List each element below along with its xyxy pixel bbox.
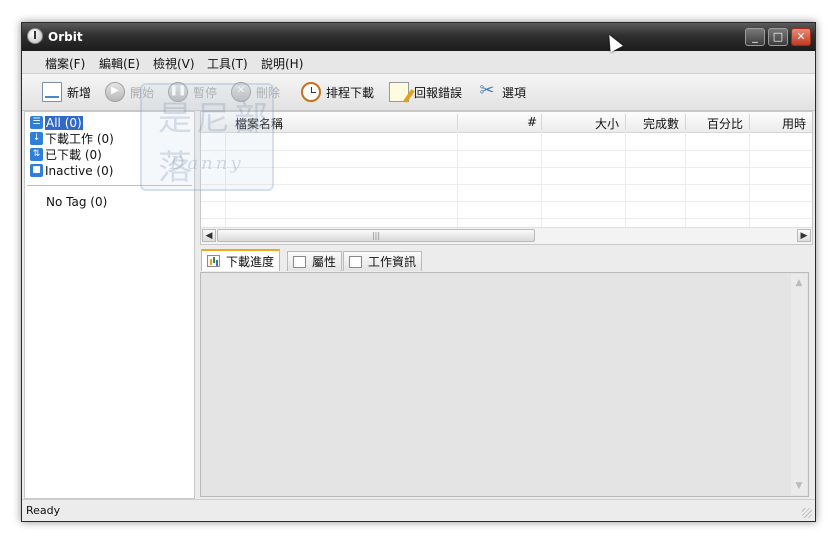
grid-line [201, 167, 812, 168]
new-file-icon [42, 82, 62, 102]
column-separator [541, 114, 542, 130]
menu-edit[interactable]: 編輯(E) [99, 55, 140, 72]
sidebar-item-inactive[interactable]: ■ Inactive (0) [30, 163, 113, 178]
sidebar-item-completed[interactable]: ⇅ 已下載 (0) [30, 147, 102, 162]
toolbar: 新增 ▶ 開始 ❚❚ 暫停 ✕ 刪除 排程下載 回報錯誤 ✂ 選項 [22, 74, 815, 111]
chart-icon [207, 255, 220, 267]
scroll-left-icon[interactable]: ◀ [202, 229, 216, 242]
list-icon: ☰ [30, 116, 43, 129]
report-label: 回報錯誤 [414, 85, 463, 100]
column-header-completed[interactable]: 完成數 [643, 115, 679, 132]
play-icon: ▶ [105, 82, 125, 102]
options-label: 選項 [502, 85, 527, 100]
sidebar-item-label: 已下載 (0) [45, 148, 102, 162]
grid-line [201, 218, 812, 219]
column-separator [685, 114, 686, 130]
category-sidebar: ☰ All (0) ↓ 下載工作 (0) ⇅ 已下載 (0) ■ Inactiv… [24, 111, 195, 499]
title-bar[interactable]: Orbit _ □ ✕ [22, 23, 815, 51]
tab-progress[interactable]: 下載進度 [201, 249, 281, 271]
minimize-button[interactable]: _ [745, 28, 765, 46]
clock-icon [301, 82, 321, 102]
status-bar: Ready [22, 499, 815, 521]
column-header-elapsed[interactable]: 用時 [782, 115, 806, 132]
tab-task-info[interactable]: 工作資訊 [343, 251, 423, 271]
tab-label: 下載進度 [226, 254, 275, 269]
resize-grip-icon[interactable] [802, 508, 812, 518]
schedule-label: 排程下載 [326, 85, 375, 100]
app-window: Orbit _ □ ✕ 檔案(F) 編輯(E) 檢視(V) 工具(T) 說明(H… [21, 22, 816, 522]
new-button[interactable]: 新增 [42, 80, 91, 104]
file-list-header: 檔案名稱 # 大小 完成數 百分比 用時 [201, 112, 812, 133]
sidebar-item-downloading[interactable]: ↓ 下載工作 (0) [30, 131, 114, 146]
column-separator [457, 114, 458, 130]
report-error-button[interactable]: 回報錯誤 [389, 80, 462, 104]
tab-label: 工作資訊 [368, 255, 417, 269]
start-button[interactable]: ▶ 開始 [105, 80, 154, 104]
orbit-logo-icon [27, 28, 43, 44]
scroll-down-icon[interactable]: ▼ [792, 479, 806, 493]
grid-line [201, 184, 812, 185]
column-separator [749, 114, 750, 130]
sidebar-item-label: 下載工作 (0) [45, 132, 114, 146]
progress-panel: ▲ ▼ [200, 272, 809, 497]
tools-icon: ✂ [479, 80, 495, 101]
grid-line [541, 132, 542, 228]
inactive-icon: ■ [30, 164, 43, 177]
document-icon [349, 255, 362, 268]
menu-file[interactable]: 檔案(F) [45, 55, 85, 72]
pause-label: 暫停 [193, 85, 218, 100]
status-text: Ready [26, 504, 61, 517]
pause-button[interactable]: ❚❚ 暫停 [168, 80, 217, 104]
download-icon: ↓ [30, 132, 43, 145]
menu-bar: 檔案(F) 編輯(E) 檢視(V) 工具(T) 說明(H) [22, 51, 815, 74]
grid-line [201, 201, 812, 202]
tag-item-no-tag[interactable]: No Tag (0) [46, 195, 107, 209]
column-header-percent[interactable]: 百分比 [707, 115, 743, 132]
grid-line [457, 132, 458, 228]
pause-icon: ❚❚ [168, 82, 188, 102]
grid-line [225, 132, 226, 228]
completed-icon: ⇅ [30, 148, 43, 161]
grid-line [201, 150, 812, 151]
file-list: 檔案名稱 # 大小 完成數 百分比 用時 ◀ ||| ▶ [200, 111, 813, 245]
column-header-size[interactable]: 大小 [595, 115, 619, 132]
tab-label: 屬性 [312, 255, 337, 269]
start-label: 開始 [130, 85, 155, 100]
vertical-scrollbar[interactable]: ▲ ▼ [791, 274, 807, 495]
delete-label: 刪除 [256, 85, 281, 100]
new-label: 新增 [67, 85, 92, 100]
tab-properties[interactable]: 屬性 [287, 251, 343, 271]
delete-button[interactable]: ✕ 刪除 [231, 80, 280, 104]
maximize-button[interactable]: □ [768, 28, 788, 46]
horizontal-scrollbar[interactable]: ◀ ||| ▶ [201, 227, 812, 244]
scrollbar-thumb[interactable]: ||| [217, 229, 535, 242]
sidebar-divider [27, 185, 192, 186]
scroll-right-icon[interactable]: ▶ [797, 229, 811, 242]
menu-help[interactable]: 說明(H) [261, 55, 303, 72]
column-header-filename[interactable]: 檔案名稱 [235, 115, 283, 132]
sidebar-item-label: All (0) [45, 115, 83, 130]
grid-line [625, 132, 626, 228]
menu-view[interactable]: 檢視(V) [153, 55, 195, 72]
scroll-up-icon[interactable]: ▲ [792, 276, 806, 290]
delete-icon: ✕ [231, 82, 251, 102]
schedule-download-button[interactable]: 排程下載 [301, 80, 374, 104]
menu-tools[interactable]: 工具(T) [207, 55, 248, 72]
sidebar-item-label: Inactive (0) [45, 163, 114, 178]
column-header-number[interactable]: # [527, 115, 537, 129]
detail-tabs: 下載進度 屬性 工作資訊 [200, 249, 813, 271]
window-title: Orbit [48, 30, 83, 44]
column-separator [625, 114, 626, 130]
sidebar-item-all[interactable]: ☰ All (0) [30, 115, 83, 130]
options-button[interactable]: ✂ 選項 [477, 80, 526, 104]
grid-line [685, 132, 686, 228]
close-button[interactable]: ✕ [791, 28, 811, 46]
grid-line [749, 132, 750, 228]
report-pencil-icon [389, 82, 409, 102]
properties-icon [293, 255, 306, 268]
